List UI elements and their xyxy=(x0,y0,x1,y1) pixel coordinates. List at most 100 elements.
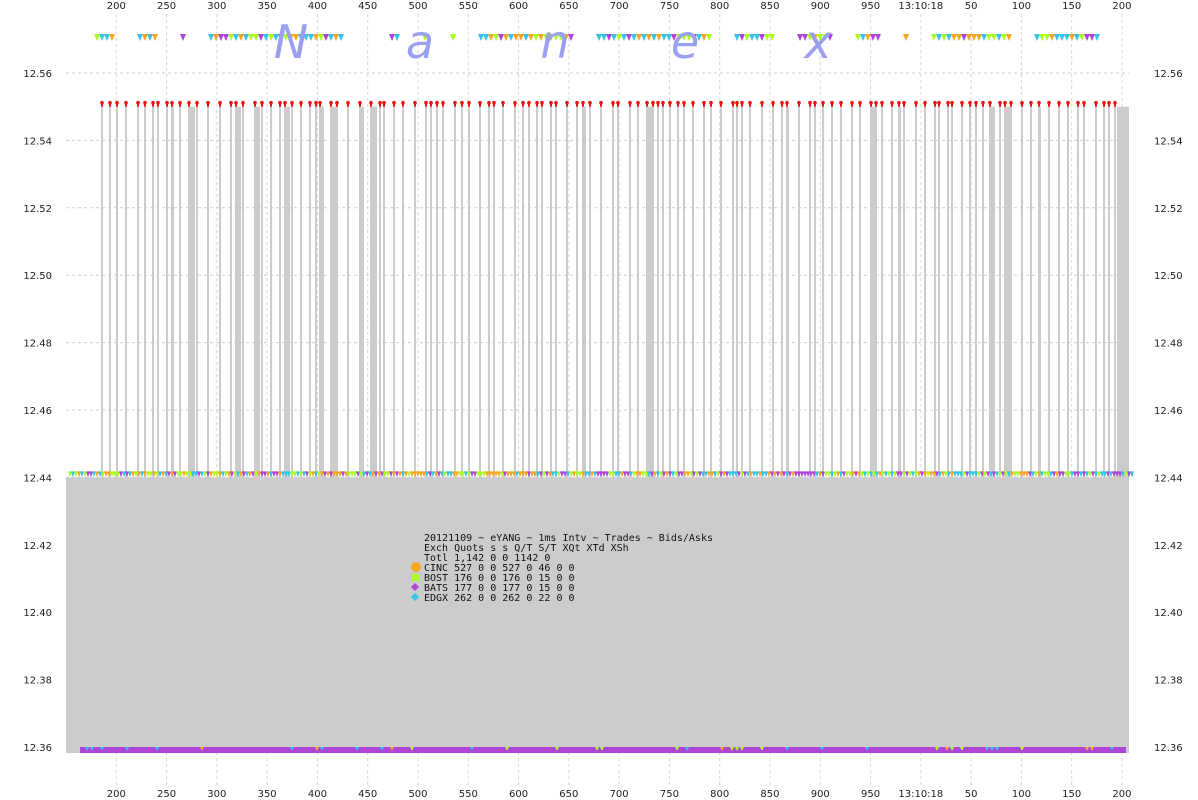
trade-marker xyxy=(575,100,579,105)
trade-marker xyxy=(178,100,182,105)
ask-spike xyxy=(951,106,953,478)
trade-marker xyxy=(290,100,294,105)
x-tick-label: 700 xyxy=(610,1,629,12)
ask-spike xyxy=(454,106,456,478)
trade-marker xyxy=(968,100,972,105)
trade-marker xyxy=(616,100,620,105)
y-tick-label: 12.40 xyxy=(23,608,52,619)
x-tick-label: 550 xyxy=(459,789,478,800)
ask-spike xyxy=(1010,106,1012,478)
watermark-letter: x xyxy=(802,15,832,69)
ask-spike xyxy=(809,106,811,478)
trade-marker xyxy=(269,100,273,105)
x-tick-label: 400 xyxy=(308,789,327,800)
ask-spike xyxy=(555,106,557,478)
x-tick-label: 50 xyxy=(965,1,978,12)
ask-spike xyxy=(188,106,195,478)
ask-spike xyxy=(1048,106,1050,478)
trade-marker xyxy=(441,100,445,105)
ask-spike xyxy=(814,106,816,478)
trade-marker xyxy=(702,100,706,105)
x-tick-label: 550 xyxy=(459,1,478,12)
ask-spike xyxy=(284,106,290,478)
ask-spike xyxy=(683,106,685,478)
ask-spike xyxy=(961,106,963,478)
trade-marker xyxy=(478,100,482,105)
ask-spike xyxy=(652,106,654,478)
trade-marker xyxy=(487,100,491,105)
y-tick-label: 12.42 xyxy=(1154,541,1183,552)
trade-marker xyxy=(369,100,373,105)
trade-marker xyxy=(981,100,985,105)
trade-marker xyxy=(392,100,396,105)
x-tick-label: 850 xyxy=(760,789,779,800)
ask-spike xyxy=(938,106,940,478)
trade-marker xyxy=(760,100,764,105)
trade-marker xyxy=(682,100,686,105)
trade-marker xyxy=(195,100,199,105)
x-tick-label: 200 xyxy=(107,789,126,800)
ask-spike xyxy=(514,106,516,478)
x-tick-label: 600 xyxy=(509,789,528,800)
trade-marker xyxy=(1076,100,1080,105)
trade-marker xyxy=(124,100,128,105)
trade-marker xyxy=(902,100,906,105)
x-tick-label: 250 xyxy=(157,1,176,12)
x-tick-label: 650 xyxy=(559,1,578,12)
watermark-letter: N xyxy=(274,15,308,69)
ask-spike xyxy=(1117,106,1129,478)
ask-spike xyxy=(309,106,311,478)
ask-spike xyxy=(1095,106,1097,478)
ask-spike xyxy=(903,106,905,478)
trade-marker xyxy=(513,100,517,105)
trade-marker xyxy=(253,100,257,105)
ask-spike xyxy=(720,106,722,478)
x-tick-label: 13:10:18 xyxy=(898,789,943,800)
trade-marker xyxy=(785,100,789,105)
trade-marker xyxy=(382,100,386,105)
trade-marker xyxy=(429,100,433,105)
ask-spike xyxy=(924,106,926,478)
trade-marker xyxy=(709,100,713,105)
ask-spike xyxy=(1114,106,1116,478)
ask-spike xyxy=(230,106,232,478)
x-tick-label: 900 xyxy=(811,789,830,800)
trade-marker xyxy=(988,100,992,105)
trade-marker xyxy=(850,100,854,105)
trade-marker xyxy=(839,100,843,105)
ask-spike xyxy=(528,106,530,478)
ask-spike xyxy=(291,106,293,478)
y-tick-label: 12.38 xyxy=(23,676,52,687)
trade-marker xyxy=(501,100,505,105)
ask-spike xyxy=(207,106,209,478)
trade-marker xyxy=(1003,100,1007,105)
x-tick-label: 100 xyxy=(1012,1,1031,12)
ask-spike xyxy=(370,106,377,478)
ask-spike xyxy=(479,106,481,478)
y-tick-label: 12.42 xyxy=(23,541,52,552)
trade-marker xyxy=(424,100,428,105)
x-tick-label: 200 xyxy=(1112,1,1131,12)
x-tick-label: 800 xyxy=(710,1,729,12)
trade-marker xyxy=(1037,100,1041,105)
x-tick-label: 400 xyxy=(308,1,327,12)
trade-marker xyxy=(740,100,744,105)
ask-spike xyxy=(669,106,671,478)
ask-spike xyxy=(736,106,738,478)
ask-spike xyxy=(781,106,783,478)
ask-spike xyxy=(875,106,877,478)
trade-marker xyxy=(821,100,825,105)
trade-marker xyxy=(676,100,680,105)
ask-spike xyxy=(898,106,901,478)
y-tick-label: 12.44 xyxy=(1154,473,1183,484)
ask-spike xyxy=(1030,106,1032,478)
ask-spike xyxy=(798,106,800,478)
trade-marker xyxy=(1029,100,1033,105)
x-tick-label: 850 xyxy=(760,1,779,12)
y-tick-label: 12.46 xyxy=(23,406,52,417)
ask-spike xyxy=(393,106,395,478)
ask-spike xyxy=(488,106,490,478)
ask-spike xyxy=(761,106,763,478)
ask-spike xyxy=(402,106,404,478)
trade-marker xyxy=(278,100,282,105)
